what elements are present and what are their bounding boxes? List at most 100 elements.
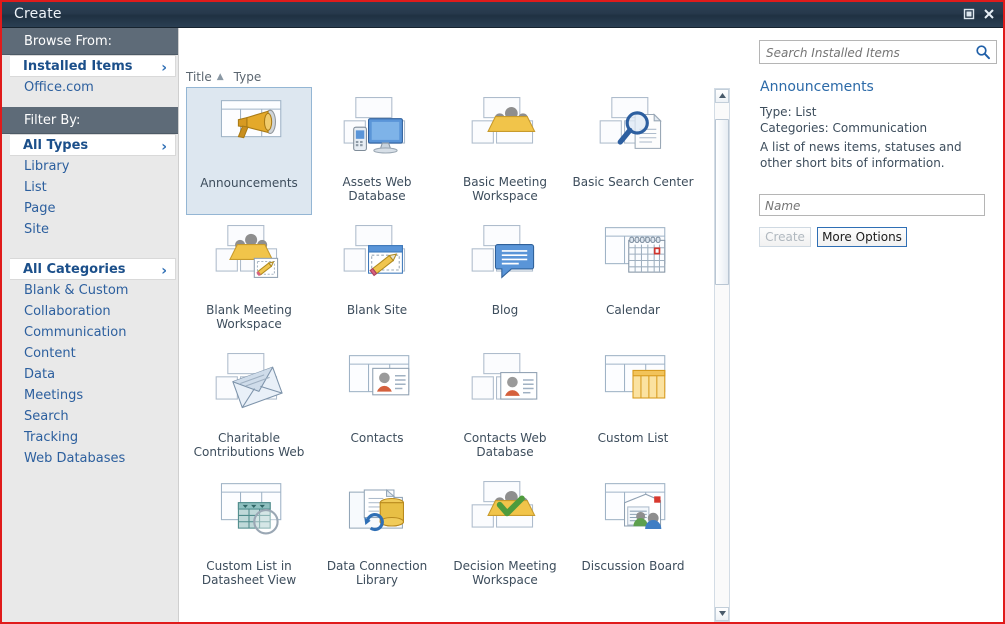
sidebar: Browse From: Installed Items › Office.co… <box>2 28 179 622</box>
chevron-right-icon: › <box>161 58 167 79</box>
gallery-tile[interactable]: Basic Meeting Workspace <box>442 87 568 215</box>
sidebar-item-data[interactable]: Data <box>2 364 178 385</box>
gallery-tile-label: Blank Site <box>316 303 438 317</box>
gallery-tile[interactable]: Contacts <box>314 343 440 471</box>
gallery-tile-label: Discussion Board <box>572 559 694 573</box>
create-dialog-window: Create Browse From: Installed Items › Of… <box>0 0 1005 624</box>
gallery-tile[interactable]: Blank Meeting Workspace <box>186 215 312 343</box>
gallery-tile[interactable]: Charitable Contributions Web <box>186 343 312 471</box>
gallery-tile-label: Blog <box>444 303 566 317</box>
orange-table-icon <box>570 349 696 427</box>
gallery-tile-label: Contacts <box>316 431 438 445</box>
gallery-tile[interactable]: Data Connection Library <box>314 471 440 599</box>
gallery-tile-label: Basic Meeting Workspace <box>444 175 566 203</box>
search-icon[interactable] <box>975 44 991 60</box>
sidebar-item-all-categories[interactable]: All Categories › <box>10 258 176 280</box>
gallery-scrollbar[interactable] <box>714 88 730 622</box>
gallery-tile[interactable]: Custom List <box>570 343 696 471</box>
more-options-button[interactable]: More Options <box>817 227 907 247</box>
calendar-icon <box>570 221 696 299</box>
sidebar-item-list[interactable]: List <box>2 177 178 198</box>
detail-meta: Type: List Categories: Communication <box>760 104 927 136</box>
sidebar-item-blank-custom[interactable]: Blank & Custom <box>2 280 178 301</box>
gallery-tile[interactable]: Custom List in Datasheet View <box>186 471 312 599</box>
sort-type-label[interactable]: Type <box>234 70 262 84</box>
gallery-tile-label: Announcements <box>189 176 309 190</box>
gallery-tile-label: Decision Meeting Workspace <box>444 559 566 587</box>
triangle-up-icon[interactable] <box>715 89 729 103</box>
detail-title: Announcements <box>760 79 874 95</box>
gallery-tile-label: Contacts Web Database <box>444 431 566 459</box>
sidebar-item-office-com[interactable]: Office.com <box>2 77 178 98</box>
chevron-right-icon: › <box>161 261 167 282</box>
gallery-tile-label: Assets Web Database <box>316 175 438 203</box>
sidebar-spacer-1 <box>2 98 178 107</box>
folder-database-icon <box>314 477 440 555</box>
triangle-down-icon[interactable] <box>715 607 729 621</box>
meeting-people-icon <box>442 93 568 171</box>
create-button[interactable]: Create <box>759 227 811 247</box>
sidebar-item-page[interactable]: Page <box>2 198 178 219</box>
gallery-tile[interactable]: Blog <box>442 215 568 343</box>
chevron-right-icon: › <box>161 137 167 158</box>
gallery-tile-label: Calendar <box>572 303 694 317</box>
discussion-people-icon <box>570 477 696 555</box>
name-field[interactable] <box>759 194 985 216</box>
speech-bubble-icon <box>442 221 568 299</box>
gallery-tile-label: Blank Meeting Workspace <box>188 303 310 331</box>
sidebar-item-all-types[interactable]: All Types › <box>10 134 176 156</box>
gallery-tile-label: Custom List <box>572 431 694 445</box>
gallery-tile-label: Custom List in Datasheet View <box>188 559 310 587</box>
gallery-tile[interactable]: Decision Meeting Workspace <box>442 471 568 599</box>
sidebar-item-content[interactable]: Content <box>2 343 178 364</box>
sidebar-item-search[interactable]: Search <box>2 406 178 427</box>
gallery-grid: Announcements Assets Web DatabaseBasic Me… <box>180 87 714 622</box>
detail-panel: Announcements Type: List Categories: Com… <box>751 29 1003 622</box>
sidebar-item-library[interactable]: Library <box>2 156 178 177</box>
sidebar-item-label: Installed Items <box>23 59 133 74</box>
sidebar-item-installed-items[interactable]: Installed Items › <box>10 55 176 77</box>
title-bar: Create <box>2 2 1003 28</box>
gallery-tile-label: Basic Search Center <box>572 175 694 189</box>
gallery-tile[interactable]: Discussion Board <box>570 471 696 599</box>
contact-card-db-icon <box>442 349 568 427</box>
sidebar-item-collaboration[interactable]: Collaboration <box>2 301 178 322</box>
search-input[interactable] <box>766 44 966 62</box>
gallery-tile[interactable]: Assets Web Database <box>314 87 440 215</box>
gallery-tile-label: Data Connection Library <box>316 559 438 587</box>
browse-from-header: Browse From: <box>2 28 178 55</box>
gallery-tile[interactable]: Blank Site <box>314 215 440 343</box>
gallery-tile[interactable]: Contacts Web Database <box>442 343 568 471</box>
sidebar-item-site[interactable]: Site <box>2 219 178 240</box>
contact-card-icon <box>314 349 440 427</box>
sidebar-item-meetings[interactable]: Meetings <box>2 385 178 406</box>
sidebar-item-web-databases[interactable]: Web Databases <box>2 448 178 469</box>
gallery-tile[interactable]: Basic Search Center <box>570 87 696 215</box>
close-icon[interactable] <box>981 6 997 22</box>
restore-icon[interactable] <box>961 6 977 22</box>
sidebar-item-label: All Types <box>23 138 88 153</box>
sidebar-item-tracking[interactable]: Tracking <box>2 427 178 448</box>
meeting-pencil-icon <box>186 221 312 299</box>
sidebar-spacer-2 <box>2 240 178 249</box>
gallery-tile-label: Charitable Contributions Web <box>188 431 310 459</box>
envelope-icon <box>186 349 312 427</box>
sidebar-item-label: All Categories <box>23 262 126 277</box>
gallery-panel: Title ▲ Type Announcements Assets Web Datab… <box>180 29 750 622</box>
magnifier-document-icon <box>570 93 696 171</box>
detail-description: A list of news items, statuses and other… <box>760 139 992 171</box>
sidebar-spacer-3 <box>2 249 178 258</box>
search-box[interactable] <box>759 40 997 64</box>
sort-bar: Title ▲ Type <box>186 70 261 84</box>
window-pencil-icon <box>314 221 440 299</box>
scrollbar-thumb[interactable] <box>715 119 729 285</box>
gallery-scroll-viewport: Announcements Assets Web DatabaseBasic Me… <box>180 87 714 622</box>
name-input[interactable] <box>765 197 975 214</box>
gallery-tile[interactable]: Calendar <box>570 215 696 343</box>
filter-by-header: Filter By: <box>2 107 178 134</box>
meeting-check-icon <box>442 477 568 555</box>
sidebar-item-communication[interactable]: Communication <box>2 322 178 343</box>
gallery-tile[interactable]: Announcements <box>186 87 312 215</box>
sort-title-label[interactable]: Title <box>186 70 212 84</box>
sort-ascending-icon: ▲ <box>217 72 224 82</box>
